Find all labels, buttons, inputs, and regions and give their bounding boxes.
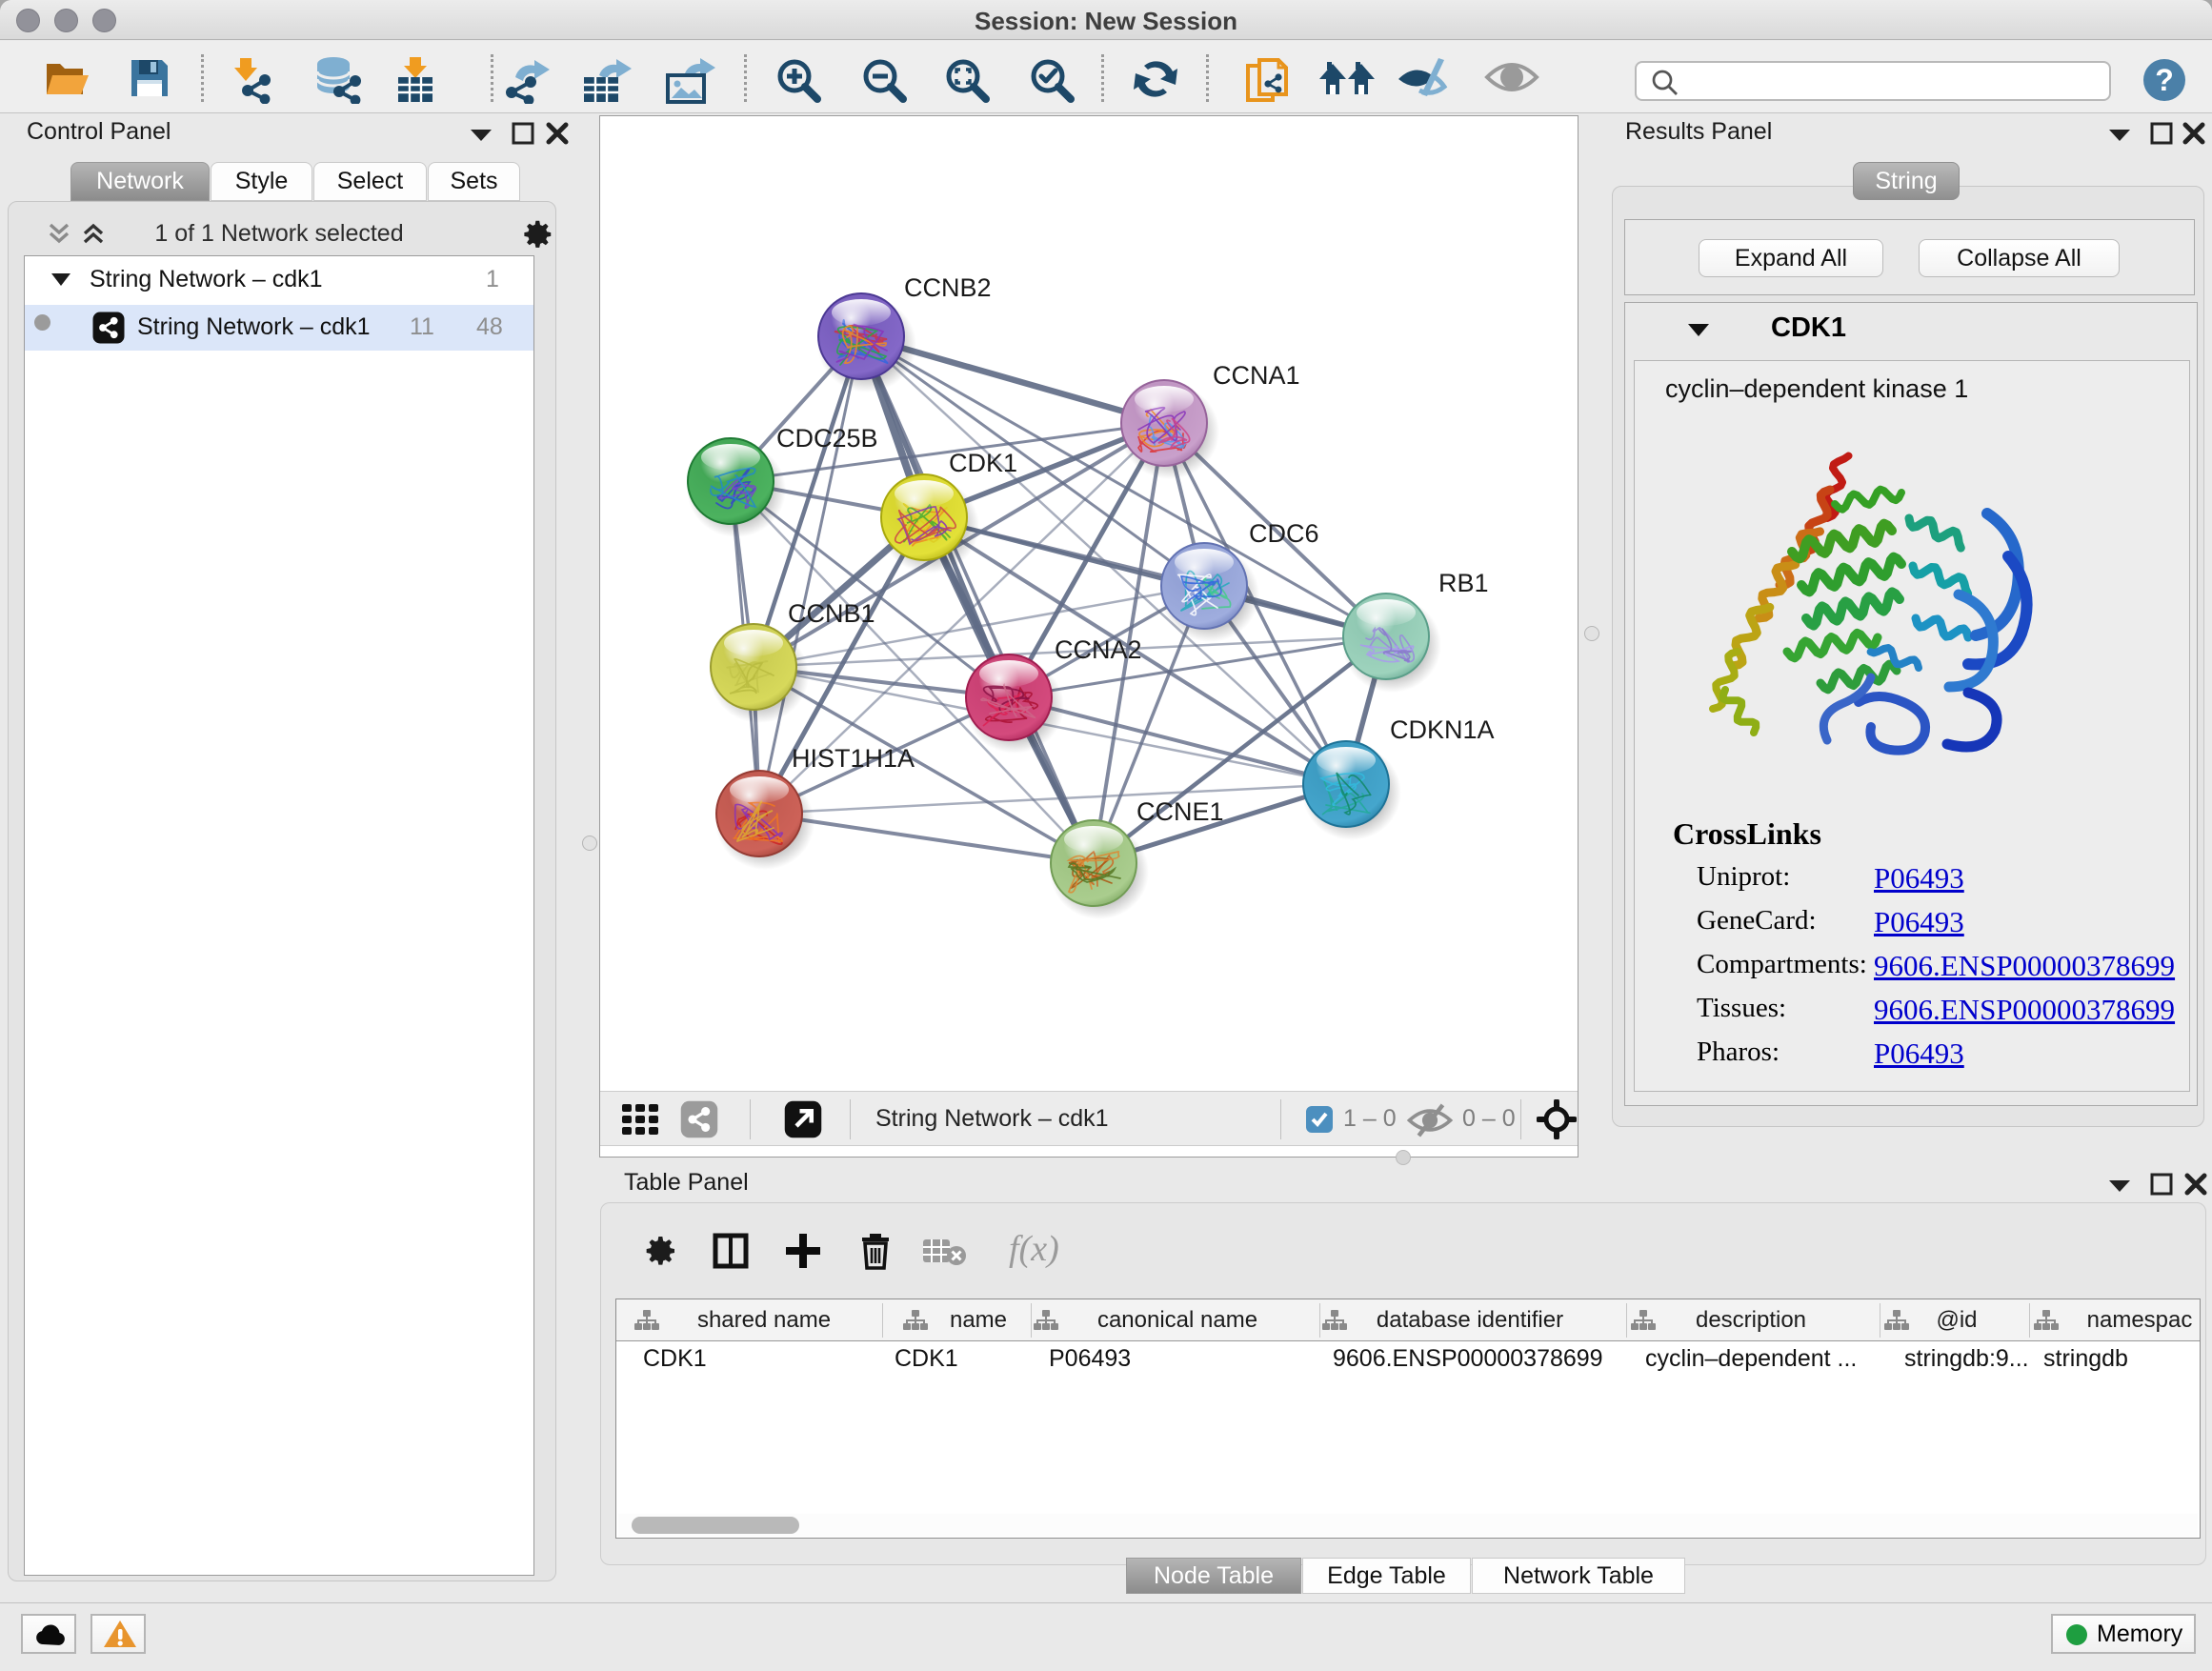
svg-text:CDC6: CDC6	[1249, 519, 1319, 548]
svg-text:CDC25B: CDC25B	[776, 424, 878, 453]
svg-text:CCNE1: CCNE1	[1136, 797, 1224, 826]
svg-text:RB1: RB1	[1438, 569, 1489, 597]
svg-text:HIST1H1A: HIST1H1A	[792, 744, 915, 773]
svg-text:CDK1: CDK1	[949, 449, 1017, 477]
svg-text:CCNB1: CCNB1	[788, 599, 875, 628]
svg-text:CCNA2: CCNA2	[1055, 635, 1142, 664]
svg-text:CCNA1: CCNA1	[1213, 361, 1300, 390]
svg-text:CDKN1A: CDKN1A	[1390, 715, 1495, 744]
svg-text:CCNB2: CCNB2	[904, 273, 992, 302]
